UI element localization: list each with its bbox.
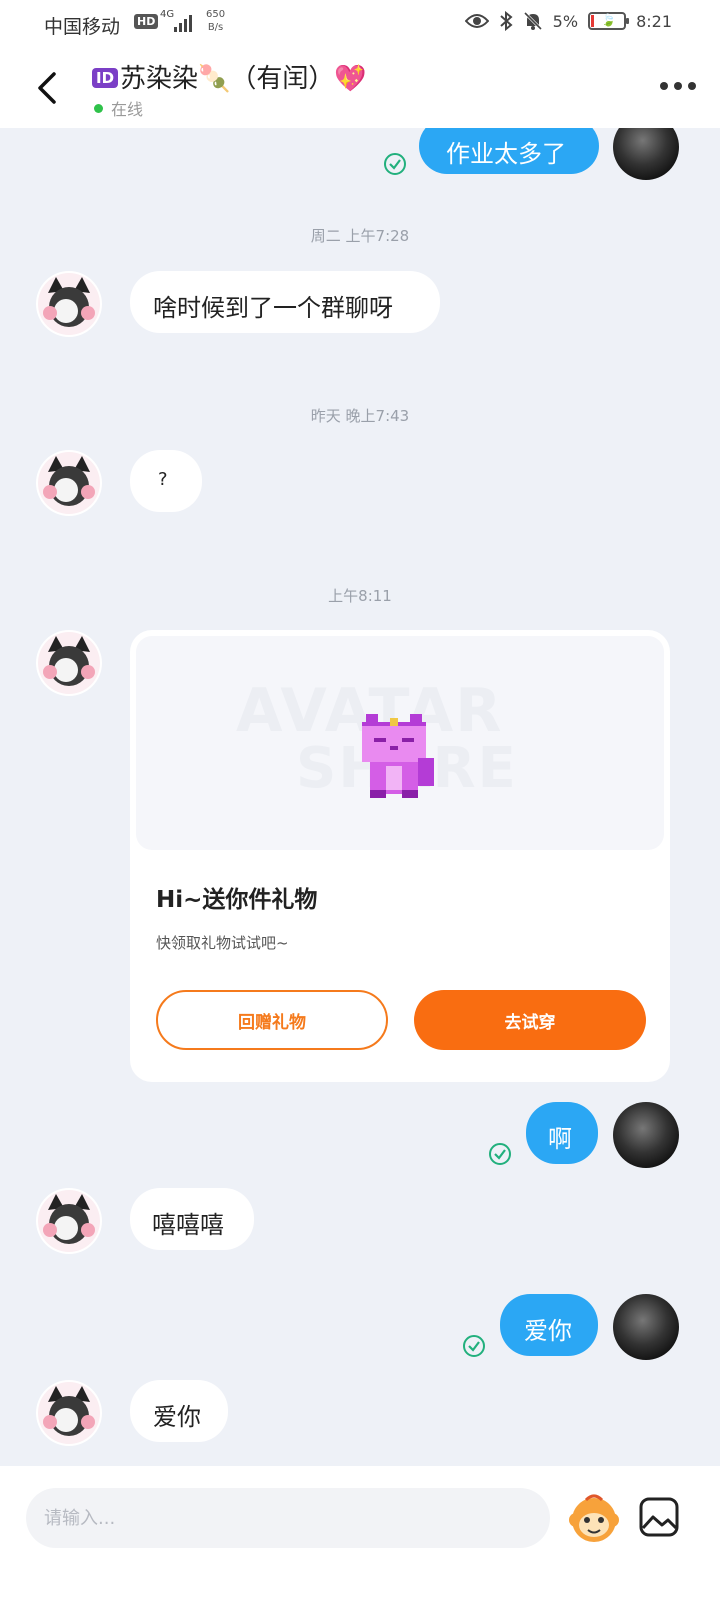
more-menu-icon[interactable] (660, 82, 696, 92)
message-bubble-out[interactable]: 爱你 (500, 1294, 598, 1356)
network-type: 4G (160, 9, 175, 20)
try-on-button[interactable]: 去试穿 (414, 990, 646, 1050)
network-speed: 650 B/s (206, 8, 225, 34)
self-avatar[interactable] (613, 1294, 679, 1360)
message-text: 啥时候到了一个群聊呀 (153, 294, 393, 322)
speed-unit: B/s (207, 22, 224, 33)
contact-avatar[interactable] (36, 1188, 102, 1254)
message-text: 嘻嘻嘻 (152, 1211, 224, 1239)
bluetooth-icon (500, 11, 513, 31)
gift-card[interactable]: AVATAR SHARE Hi~送你件礼物 快领取礼物试试吧~ 回赠礼物 去试穿 (130, 630, 670, 1082)
contact-name: 苏染染🍡（有闰）💖 (120, 64, 367, 94)
input-bar (0, 1466, 720, 1600)
timestamp: 昨天 晚上7:43 (310, 407, 410, 425)
gift-preview: AVATAR SHARE (136, 636, 664, 850)
contact-avatar[interactable] (36, 1380, 102, 1446)
image-picker-icon[interactable] (638, 1496, 680, 1538)
self-avatar[interactable] (613, 1102, 679, 1168)
battery-percent: 5% (552, 11, 579, 31)
eye-icon (464, 14, 489, 28)
message-text: 作业太多了 (446, 140, 566, 168)
online-label: 在线 (111, 100, 144, 119)
id-badge: ID (92, 68, 119, 88)
self-avatar[interactable] (613, 128, 679, 180)
message-bubble-in[interactable]: ? (130, 450, 202, 512)
read-check-icon (384, 153, 406, 175)
timestamp: 上午8:11 (328, 587, 392, 605)
contact-avatar[interactable] (36, 450, 102, 516)
contact-avatar[interactable] (36, 630, 102, 696)
message-input[interactable] (26, 1488, 550, 1548)
message-text: 啊 (548, 1125, 572, 1153)
hd-badge: HD (134, 14, 159, 29)
message-bubble-out[interactable]: 作业太多了 (419, 128, 599, 174)
message-text: 爱你 (153, 1403, 201, 1431)
chat-header: ID 苏染染🍡（有闰）💖 在线 (0, 50, 720, 128)
gift-subtitle: 快领取礼物试试吧~ (156, 934, 289, 952)
contact-avatar[interactable] (36, 271, 102, 337)
emoji-monkey-icon[interactable] (566, 1490, 622, 1546)
back-arrow-icon[interactable] (34, 70, 62, 106)
message-bubble-in[interactable]: 嘻嘻嘻 (130, 1188, 254, 1250)
gift-title: Hi~送你件礼物 (156, 887, 318, 913)
clock: 8:21 (636, 11, 672, 31)
speed-value: 650 (206, 9, 226, 20)
message-bubble-in[interactable]: 啥时候到了一个群聊呀 (130, 271, 440, 333)
carrier-label: 中国移动 (44, 16, 121, 38)
online-status: 在线 (94, 96, 143, 120)
timestamp: 周二 上午7:28 (310, 227, 410, 245)
battery-icon: 🍃 (588, 12, 630, 30)
message-list[interactable]: 作业太多了 周二 上午7:28 啥时候到了一个群聊呀 昨天 晚上7:43 ? 上… (0, 128, 720, 1466)
read-check-icon (463, 1335, 485, 1357)
message-bubble-in[interactable]: 爱你 (130, 1380, 228, 1442)
status-icons: 5% 🍃 8:21 (464, 11, 672, 31)
message-text: 爱你 (524, 1317, 572, 1345)
return-gift-button[interactable]: 回赠礼物 (156, 990, 388, 1050)
read-check-icon (489, 1143, 511, 1165)
mute-bell-icon (523, 11, 542, 31)
signal-icon (174, 14, 196, 32)
message-bubble-out[interactable]: 啊 (526, 1102, 598, 1164)
pixel-cat-gift-icon (362, 714, 434, 798)
status-bar: 中国移动 HD 4G 650 B/s 5% 🍃 8:21 (0, 0, 720, 50)
online-dot (94, 104, 103, 113)
contact-title[interactable]: ID 苏染染🍡（有闰）💖 (92, 58, 367, 95)
message-text: ? (158, 469, 168, 490)
